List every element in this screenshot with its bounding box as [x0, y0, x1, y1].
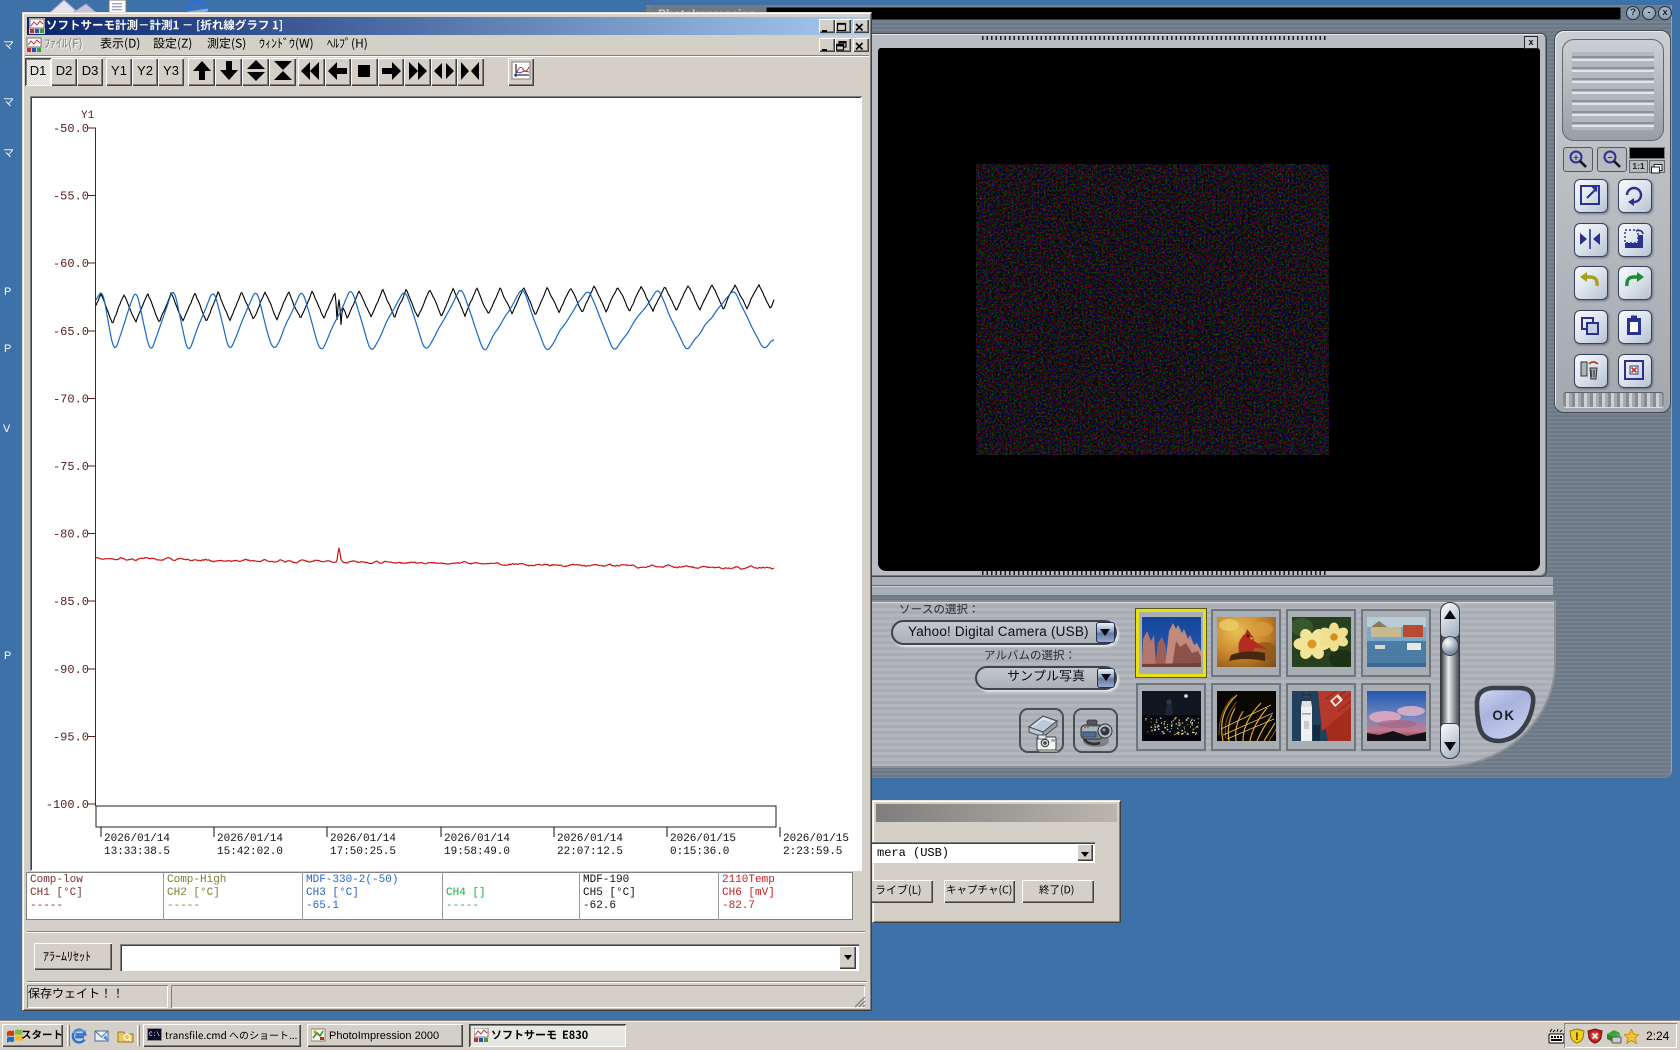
svg-text:-55.0: -55.0 — [53, 190, 89, 204]
svg-text:+: + — [1573, 153, 1578, 163]
svg-text:17:50:25.5: 17:50:25.5 — [330, 846, 396, 858]
svg-text:15:42:02.0: 15:42:02.0 — [217, 846, 283, 858]
svg-text:-70.0: -70.0 — [53, 392, 89, 406]
svg-text:Y1: Y1 — [81, 110, 95, 122]
svg-text:-60.0: -60.0 — [53, 257, 89, 271]
svg-text:OK: OK — [1492, 708, 1515, 723]
svg-text:-85.0: -85.0 — [53, 595, 89, 609]
svg-text:-80.0: -80.0 — [53, 528, 89, 542]
svg-text:-65.0: -65.0 — [53, 325, 89, 339]
svg-text:−: − — [1607, 153, 1612, 163]
svg-text:2026/01/14: 2026/01/14 — [217, 833, 283, 845]
svg-text:2026/01/14: 2026/01/14 — [557, 833, 623, 845]
svg-text:-75.0: -75.0 — [53, 460, 89, 474]
svg-text:22:07:12.5: 22:07:12.5 — [557, 846, 623, 858]
svg-text:2026/01/14: 2026/01/14 — [104, 833, 170, 845]
svg-text:-100.0: -100.0 — [46, 798, 89, 812]
svg-text:0:15:36.0: 0:15:36.0 — [670, 846, 729, 858]
svg-text:2026/01/15: 2026/01/15 — [783, 833, 849, 845]
svg-text:2026/01/14: 2026/01/14 — [444, 833, 510, 845]
svg-text:13:33:38.5: 13:33:38.5 — [104, 846, 170, 858]
svg-text:2:23:59.5: 2:23:59.5 — [783, 846, 842, 858]
svg-text:-90.0: -90.0 — [53, 663, 89, 677]
svg-text:!: ! — [1575, 1031, 1579, 1043]
svg-text:-50.0: -50.0 — [53, 122, 89, 136]
svg-text:19:58:49.0: 19:58:49.0 — [444, 846, 510, 858]
svg-text:2026/01/15: 2026/01/15 — [670, 833, 736, 845]
svg-text:-95.0: -95.0 — [53, 730, 89, 744]
svg-text:2026/01/14: 2026/01/14 — [330, 833, 396, 845]
